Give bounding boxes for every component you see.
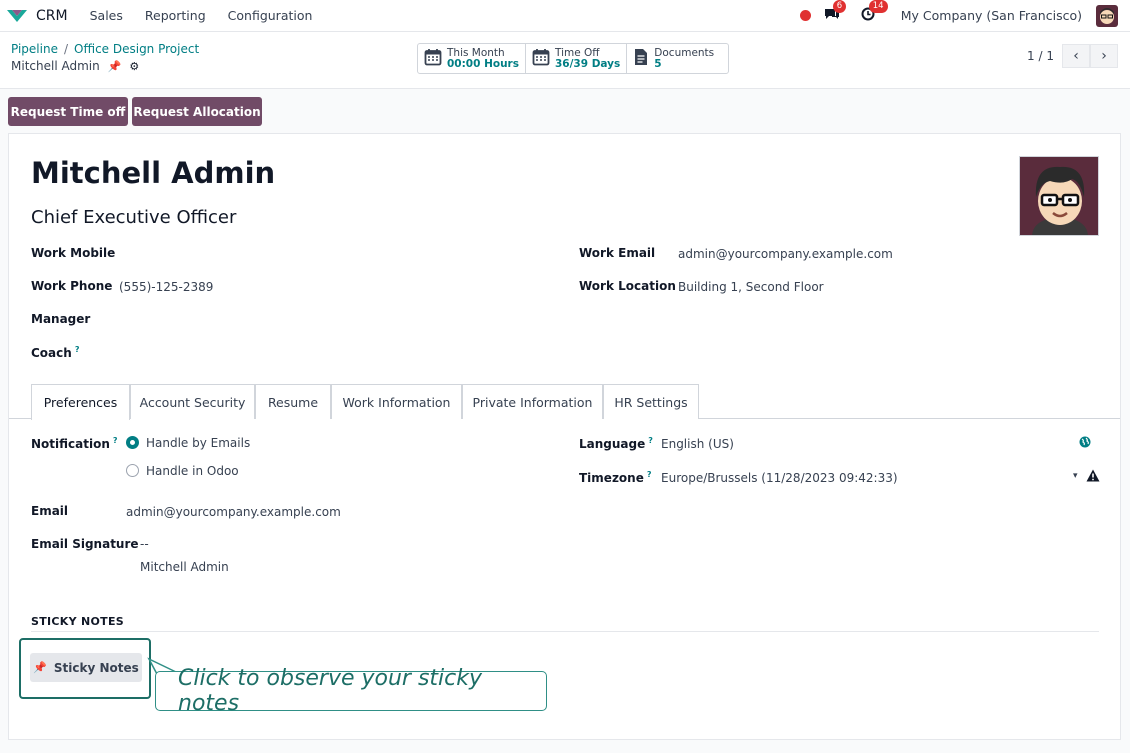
calendar-icon: [532, 48, 550, 69]
radio-handle-in-odoo[interactable]: [126, 464, 139, 477]
smart-button-label: This Month: [447, 46, 505, 59]
language-label: Language?: [579, 436, 653, 451]
top-navbar: CRM Sales Reporting Configuration 6 14 M…: [0, 0, 1130, 32]
tour-tooltip-text: Click to observe your sticky notes: [178, 666, 483, 716]
email-signature-label: Email Signature: [31, 537, 139, 551]
messages-button[interactable]: 6: [823, 0, 847, 25]
calendar-icon: [424, 48, 442, 69]
pin-icon[interactable]: 📌: [108, 60, 122, 73]
radio-handle-by-emails[interactable]: [126, 436, 139, 449]
record-title-row: Mitchell Admin 📌 ⚙: [11, 59, 139, 73]
smart-button-time-off[interactable]: Time Off 36/39 Days: [526, 44, 628, 73]
warning-icon[interactable]: [1086, 469, 1100, 485]
work-email-field[interactable]: admin@yourcompany.example.com: [678, 247, 893, 261]
tab-work-information[interactable]: Work Information: [331, 384, 462, 419]
help-icon[interactable]: ?: [647, 470, 652, 479]
caret-down-icon[interactable]: ▾: [1073, 471, 1078, 481]
smart-buttons: This Month 00:00 Hours Time Off 36/39 Days…: [417, 43, 730, 74]
radio-label-handle-in-odoo[interactable]: Handle in Odoo: [146, 464, 239, 478]
activities-button[interactable]: 14: [859, 0, 888, 25]
tab-account-security[interactable]: Account Security: [130, 384, 255, 419]
notebook-tabs: Preferences Account Security Resume Work…: [9, 384, 1120, 420]
timezone-label-text: Timezone: [579, 471, 644, 485]
breadcrumb: Pipeline / Office Design Project: [11, 42, 199, 56]
sticky-notes-button[interactable]: 📌 Sticky Notes: [30, 653, 142, 682]
language-label-text: Language: [579, 437, 646, 451]
coach-label: Coach?: [31, 345, 79, 360]
signature-dashes[interactable]: --: [140, 537, 149, 551]
notification-label: Notification?: [31, 436, 118, 451]
work-phone-label: Work Phone: [31, 279, 113, 293]
section-divider: [31, 631, 1099, 632]
smart-button-label: Time Off: [554, 46, 600, 59]
tour-tooltip[interactable]: Click to observe your sticky notes: [155, 666, 547, 716]
pager-next-button[interactable]: ›: [1090, 44, 1118, 68]
radio-label-handle-by-emails[interactable]: Handle by Emails: [146, 436, 250, 450]
signature-name[interactable]: Mitchell Admin: [140, 560, 229, 574]
record-title: Mitchell Admin: [11, 59, 100, 73]
document-icon: [633, 48, 649, 69]
app-name[interactable]: CRM: [36, 8, 68, 24]
email-field[interactable]: admin@yourcompany.example.com: [126, 505, 341, 519]
breadcrumb-office-design-project[interactable]: Office Design Project: [74, 42, 199, 56]
chevron-left-icon: ‹: [1073, 48, 1079, 64]
work-location-label: Work Location: [579, 279, 676, 293]
employee-photo[interactable]: [1019, 156, 1099, 236]
timezone-select[interactable]: Europe/Brussels (11/28/2023 09:42:33): [661, 471, 898, 485]
timezone-label: Timezone?: [579, 470, 652, 485]
smart-button-label: Documents: [654, 46, 715, 59]
employee-form-sheet: Mitchell Admin Chief Executive Officer W…: [8, 133, 1121, 740]
work-location-field[interactable]: Building 1, Second Floor: [678, 280, 824, 294]
smart-button-value: 36/39 Days: [554, 57, 621, 70]
tab-resume[interactable]: Resume: [255, 384, 331, 419]
chevron-right-icon: ›: [1101, 48, 1107, 64]
coach-label-text: Coach: [31, 346, 72, 360]
menu-configuration[interactable]: Configuration: [228, 8, 313, 23]
activities-count-badge: 14: [868, 0, 888, 13]
smart-button-documents[interactable]: Documents 5: [627, 44, 728, 73]
menu-sales[interactable]: Sales: [90, 8, 123, 23]
help-icon[interactable]: ?: [113, 436, 118, 445]
work-mobile-label: Work Mobile: [31, 246, 116, 260]
control-panel: Pipeline / Office Design Project Mitchell …: [0, 32, 1130, 89]
smart-button-this-month[interactable]: This Month 00:00 Hours: [418, 44, 526, 73]
smart-button-value: 5: [654, 57, 662, 70]
sticky-notes-button-label: Sticky Notes: [53, 660, 139, 675]
tab-private-information[interactable]: Private Information: [462, 384, 603, 419]
pager-value[interactable]: 1 / 1: [1027, 49, 1054, 63]
company-switcher[interactable]: My Company (San Francisco): [901, 8, 1082, 23]
breadcrumb-pipeline[interactable]: Pipeline: [11, 42, 58, 56]
pin-icon: 📌: [33, 661, 47, 674]
breadcrumb-separator: /: [63, 42, 69, 56]
help-icon[interactable]: ?: [648, 436, 653, 445]
work-phone-field[interactable]: (555)-125-2389: [119, 280, 213, 294]
help-icon[interactable]: ?: [75, 345, 80, 354]
request-allocation-button[interactable]: Request Allocation: [132, 97, 262, 126]
language-select[interactable]: English (US): [661, 437, 734, 451]
tab-preferences[interactable]: Preferences: [31, 384, 130, 420]
employee-job-title[interactable]: Chief Executive Officer: [31, 207, 236, 228]
request-time-off-button[interactable]: Request Time off: [8, 97, 128, 126]
manager-label: Manager: [31, 312, 91, 326]
menu-reporting[interactable]: Reporting: [145, 8, 206, 23]
status-dot-icon[interactable]: [799, 10, 811, 21]
user-avatar[interactable]: [1096, 4, 1118, 27]
sticky-notes-section-title: STICKY NOTES: [31, 615, 125, 628]
crm-logo-icon[interactable]: [6, 8, 28, 24]
gear-icon[interactable]: ⚙: [129, 60, 139, 73]
email-label: Email: [31, 504, 69, 518]
globe-icon[interactable]: [1079, 436, 1091, 451]
pager: 1 / 1 ‹ ›: [1027, 44, 1118, 68]
smart-button-value: 00:00 Hours: [447, 57, 519, 70]
pager-previous-button[interactable]: ‹: [1062, 44, 1090, 68]
tab-hr-settings[interactable]: HR Settings: [603, 384, 699, 419]
messages-count-badge: 6: [832, 0, 847, 13]
employee-name[interactable]: Mitchell Admin: [31, 156, 275, 190]
notification-label-text: Notification: [31, 437, 110, 451]
work-email-label: Work Email: [579, 246, 656, 260]
